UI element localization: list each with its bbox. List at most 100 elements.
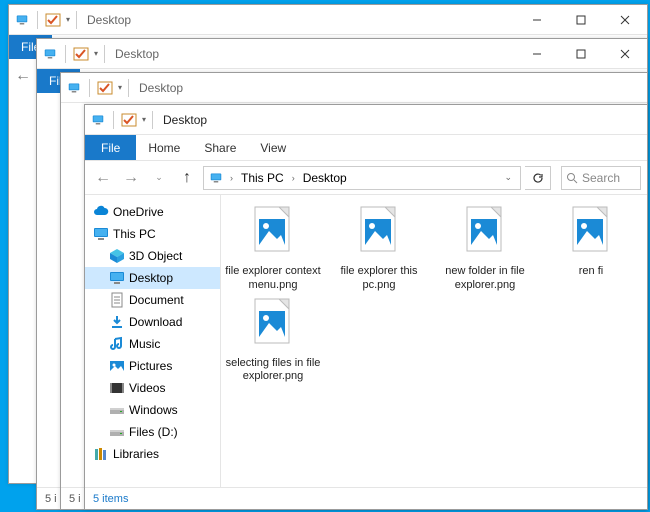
window-title: Desktop xyxy=(163,113,207,127)
breadcrumb[interactable]: This PC xyxy=(239,171,286,185)
monitor-icon xyxy=(109,270,125,286)
properties-icon[interactable] xyxy=(120,111,138,129)
cube-icon xyxy=(109,248,125,264)
tree-item-label: This PC xyxy=(113,227,156,241)
tree-item-label: Desktop xyxy=(129,271,173,285)
cloud-icon xyxy=(93,204,109,220)
tree-item-document[interactable]: Document xyxy=(85,289,220,311)
app-icon xyxy=(89,111,107,129)
forward-button[interactable]: → xyxy=(119,166,143,190)
status-text: 5 i xyxy=(45,493,57,505)
file-list[interactable]: file explorer context menu.png file explo… xyxy=(221,195,647,487)
picture-icon xyxy=(109,358,125,374)
maximize-button[interactable] xyxy=(559,5,603,34)
location-icon xyxy=(208,172,224,184)
tree-item-label: OneDrive xyxy=(113,205,164,219)
file-tab[interactable]: File xyxy=(85,135,136,160)
recent-locations-button[interactable]: ⌄ xyxy=(147,166,171,190)
back-icon[interactable]: ← xyxy=(15,67,31,85)
maximize-button[interactable] xyxy=(559,39,603,68)
minimize-button[interactable] xyxy=(515,5,559,34)
image-file-icon xyxy=(563,205,619,261)
properties-icon[interactable] xyxy=(44,11,62,29)
tree-item-libraries[interactable]: Libraries xyxy=(85,443,220,465)
file-name: new folder in file explorer.png xyxy=(437,265,533,293)
window-title: Desktop xyxy=(87,13,131,27)
file-name: file explorer context menu.png xyxy=(225,265,321,293)
minimize-button[interactable] xyxy=(515,39,559,68)
tree-item-label: Libraries xyxy=(113,447,159,461)
monitor-icon xyxy=(93,226,109,242)
titlebar[interactable]: ▾ Desktop xyxy=(61,73,647,103)
back-button[interactable]: ← xyxy=(91,166,115,190)
search-input[interactable]: Search xyxy=(561,166,641,190)
tree-item-label: Document xyxy=(129,293,184,307)
tree-item-label: Download xyxy=(129,315,182,329)
drive-icon xyxy=(109,424,125,440)
titlebar[interactable]: ▾ Desktop xyxy=(37,39,647,69)
file-item[interactable]: file explorer context menu.png xyxy=(225,205,321,293)
tree-item-windows[interactable]: Windows xyxy=(85,399,220,421)
address-bar[interactable]: › This PC › Desktop ⌄ xyxy=(203,166,521,190)
tree-item-pictures[interactable]: Pictures xyxy=(85,355,220,377)
tree-item-3d-object[interactable]: 3D Object xyxy=(85,245,220,267)
file-name: file explorer this pc.png xyxy=(331,265,427,293)
close-button[interactable] xyxy=(603,5,647,34)
navigation-pane[interactable]: OneDrive This PC 3D Object Desktop Document D… xyxy=(85,195,221,487)
address-dropdown-icon[interactable]: ⌄ xyxy=(500,172,516,183)
up-button[interactable]: ↑ xyxy=(175,166,199,190)
app-icon xyxy=(65,79,83,97)
window-title: Desktop xyxy=(139,81,183,95)
qat-dropdown-icon[interactable]: ▾ xyxy=(66,15,70,24)
libraries-icon xyxy=(93,446,109,462)
image-file-icon xyxy=(457,205,513,261)
tab-view[interactable]: View xyxy=(248,135,298,160)
image-file-icon xyxy=(351,205,407,261)
desktop-background: ▾ Desktop File ← ▾ Desktop xyxy=(0,0,650,512)
status-bar: 5 items xyxy=(85,487,647,509)
ribbon: File Home Share View xyxy=(85,135,647,161)
qat-dropdown-icon[interactable]: ▾ xyxy=(94,49,98,58)
breadcrumb[interactable]: Desktop xyxy=(301,171,349,185)
titlebar[interactable]: ▾ Desktop xyxy=(9,5,647,35)
nav-toolbar: ← → ⌄ ↑ › This PC › Desktop ⌄ Search xyxy=(85,161,647,195)
tree-item-label: 3D Object xyxy=(129,249,182,263)
chevron-right-icon[interactable]: › xyxy=(228,173,235,183)
chevron-right-icon[interactable]: › xyxy=(290,173,297,183)
close-button[interactable] xyxy=(603,39,647,68)
tree-item-onedrive[interactable]: OneDrive xyxy=(85,201,220,223)
tree-item-files-d-[interactable]: Files (D:) xyxy=(85,421,220,443)
properties-icon[interactable] xyxy=(96,79,114,97)
tab-share[interactable]: Share xyxy=(192,135,248,160)
doc-icon xyxy=(109,292,125,308)
tree-item-this-pc[interactable]: This PC xyxy=(85,223,220,245)
properties-icon[interactable] xyxy=(72,45,90,63)
image-file-icon xyxy=(245,205,301,261)
tree-item-music[interactable]: Music xyxy=(85,333,220,355)
tree-item-label: Windows xyxy=(129,403,178,417)
app-icon xyxy=(13,11,31,29)
tree-item-label: Pictures xyxy=(129,359,172,373)
tree-item-label: Files (D:) xyxy=(129,425,178,439)
tree-item-label: Music xyxy=(129,337,160,351)
refresh-button[interactable] xyxy=(525,166,551,190)
app-icon xyxy=(41,45,59,63)
video-icon xyxy=(109,380,125,396)
status-text: 5 i xyxy=(69,493,81,505)
file-item[interactable]: ren fi xyxy=(543,205,639,293)
file-name: selecting files in file explorer.png xyxy=(225,357,321,385)
tree-item-videos[interactable]: Videos xyxy=(85,377,220,399)
tree-item-download[interactable]: Download xyxy=(85,311,220,333)
explorer-window-active: ▾ Desktop File Home Share View ← → ⌄ ↑ ›… xyxy=(84,104,648,510)
file-item[interactable]: new folder in file explorer.png xyxy=(437,205,533,293)
tree-item-label: Videos xyxy=(129,381,165,395)
qat-dropdown-icon[interactable]: ▾ xyxy=(142,115,146,124)
titlebar[interactable]: ▾ Desktop xyxy=(85,105,647,135)
qat-dropdown-icon[interactable]: ▾ xyxy=(118,83,122,92)
file-item[interactable]: selecting files in file explorer.png xyxy=(225,297,321,385)
file-item[interactable]: file explorer this pc.png xyxy=(331,205,427,293)
tab-home[interactable]: Home xyxy=(136,135,192,160)
status-text: 5 items xyxy=(93,493,128,505)
music-icon xyxy=(109,336,125,352)
tree-item-desktop[interactable]: Desktop xyxy=(85,267,220,289)
